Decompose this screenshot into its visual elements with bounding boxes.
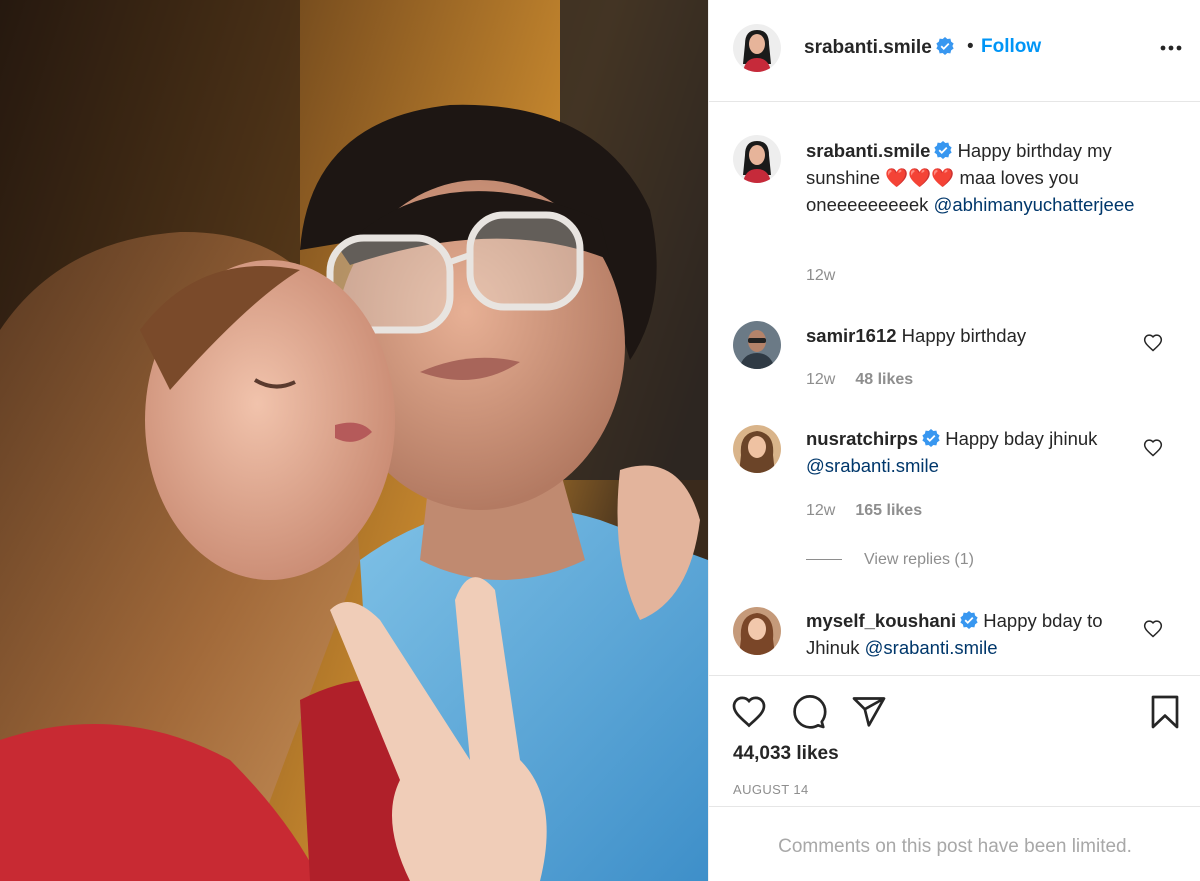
verified-badge-icon	[960, 611, 978, 629]
post-sidebar: srabanti.smile • Follow srabanti.smile H…	[708, 0, 1200, 881]
comment-text: nusratchirps Happy bday jhinuk @srabanti…	[806, 425, 1156, 479]
likes-count[interactable]: 44,033 likes	[733, 743, 839, 765]
view-replies-button[interactable]: View replies (1)	[806, 551, 974, 569]
comment-text: samir1612 Happy birthday	[806, 322, 1156, 349]
bookmark-icon[interactable]	[1147, 694, 1183, 730]
comment-body: Happy birthday	[901, 325, 1027, 346]
commenter-avatar[interactable]	[733, 607, 781, 655]
hearts-emoji: ❤️❤️❤️	[885, 167, 955, 188]
author-username[interactable]: srabanti.smile	[804, 37, 954, 59]
comment-like-icon[interactable]	[1143, 333, 1163, 353]
author-avatar[interactable]	[733, 24, 781, 72]
caption-mention[interactable]: @abhimanyuchatterjeee	[934, 194, 1135, 215]
follow-button[interactable]: Follow	[981, 36, 1041, 58]
caption-meta: 12w	[806, 267, 835, 285]
post-photo	[0, 0, 708, 881]
avatar-image	[733, 321, 781, 369]
post-header: srabanti.smile • Follow	[709, 0, 1200, 102]
heart-icon[interactable]	[731, 694, 767, 730]
comment-meta: 12w 48 likes	[806, 371, 913, 389]
avatar-image	[733, 425, 781, 473]
comment-likes[interactable]: 165 likes	[855, 502, 922, 519]
comments-limited-notice: Comments on this post have been limited.	[778, 836, 1132, 857]
comment-text: myself_koushani Happy bday to Jhinuk @sr…	[806, 607, 1156, 661]
caption-avatar[interactable]	[733, 135, 781, 183]
more-options-icon[interactable]	[1157, 36, 1185, 60]
verified-badge-icon	[922, 429, 940, 447]
view-replies-label[interactable]: View replies (1)	[864, 551, 974, 568]
post-date[interactable]: AUGUST 14	[733, 782, 809, 797]
commenter-avatar[interactable]	[733, 425, 781, 473]
comment-username[interactable]: myself_koushani	[806, 610, 956, 631]
verified-badge-icon	[936, 37, 954, 55]
comment-time[interactable]: 12w	[806, 371, 835, 388]
comment-meta: 12w 165 likes	[806, 502, 922, 520]
comment-mention[interactable]: @srabanti.smile	[806, 455, 939, 476]
comment-body: Happy bday jhinuk	[945, 428, 1098, 449]
comment-like-icon[interactable]	[1143, 619, 1163, 639]
commenter-avatar[interactable]	[733, 321, 781, 369]
caption-text: srabanti.smile Happy birthday my sunshin…	[806, 137, 1156, 218]
separator-dot: •	[967, 36, 974, 57]
comment-username[interactable]: nusratchirps	[806, 428, 918, 449]
caption-time[interactable]: 12w	[806, 267, 835, 284]
replies-divider	[806, 559, 842, 561]
avatar-image	[733, 607, 781, 655]
post-image	[0, 0, 708, 881]
comment-likes[interactable]: 48 likes	[855, 371, 913, 388]
comments-list[interactable]: srabanti.smile Happy birthday my sunshin…	[709, 103, 1200, 675]
comment-like-icon[interactable]	[1143, 438, 1163, 458]
caption-username[interactable]: srabanti.smile	[806, 140, 930, 161]
author-username-text[interactable]: srabanti.smile	[804, 37, 932, 58]
post-actions: 44,033 likes AUGUST 14	[709, 675, 1200, 807]
comment-time[interactable]: 12w	[806, 502, 835, 519]
comment-mention[interactable]: @srabanti.smile	[865, 637, 998, 658]
comment-username[interactable]: samir1612	[806, 325, 897, 346]
comment-icon[interactable]	[791, 694, 827, 730]
avatar-image	[733, 24, 781, 72]
send-icon[interactable]	[851, 694, 887, 730]
verified-badge-icon	[934, 141, 953, 159]
avatar-image	[733, 135, 781, 183]
